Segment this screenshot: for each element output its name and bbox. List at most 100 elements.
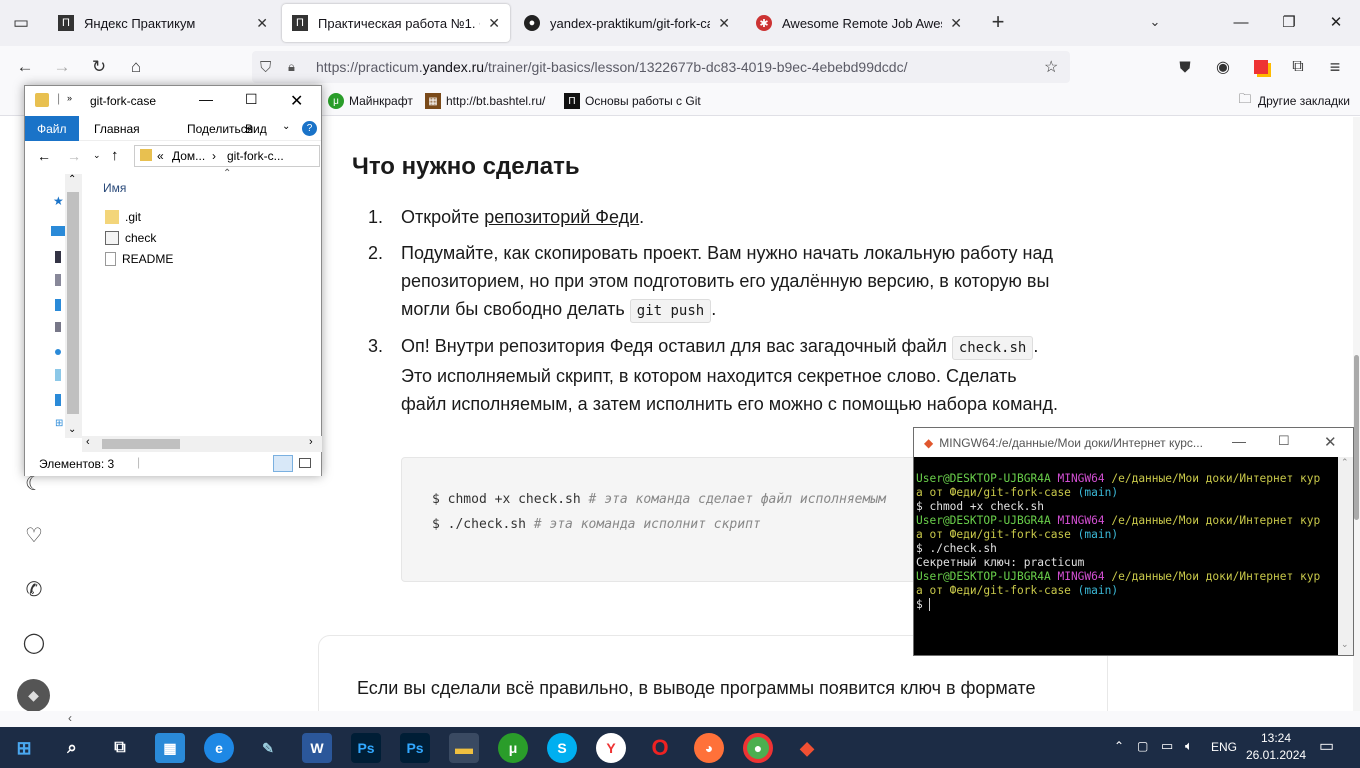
notifications-icon[interactable]: ▭ [1319,736,1334,756]
scroll-left-icon[interactable]: ‹ [86,436,90,448]
back-icon[interactable]: ← [37,148,51,164]
calculator-icon[interactable]: ▦ [155,733,185,763]
yandex-browser-icon[interactable]: Y [596,733,626,763]
chrome-icon[interactable]: ● [743,733,773,763]
firefox-icon[interactable]: ◕ [694,733,724,763]
file-icon[interactable] [55,274,61,286]
network-icon[interactable]: ⊞ [55,418,63,429]
scrollbar-thumb[interactable] [1354,355,1359,520]
file-explorer-icon[interactable]: ▬ [449,733,479,763]
onedrive-icon[interactable]: ▢ [1137,739,1148,753]
path-segment[interactable]: Дом... [172,149,205,163]
scrollbar-thumb[interactable] [67,192,79,414]
content-hscrollbar[interactable]: ‹ › [82,436,322,452]
git-bash-icon[interactable]: ◆ [792,733,822,763]
tab-github[interactable]: ● yandex-praktikum/git-fork-case ✕ [514,4,740,42]
show-hidden-icons-icon[interactable]: ⌃ [1114,739,1124,753]
ribbon-tab-view[interactable]: Вид [233,116,279,141]
close-tab-icon[interactable]: ✕ [256,15,268,32]
edge-icon[interactable]: e [204,733,234,763]
lock-icon[interactable]: 🔒︎ [288,59,295,75]
reload-icon[interactable]: ↻ [86,54,112,80]
url-text[interactable]: https://practicum.yandex.ru/trainer/git-… [316,59,907,75]
ribbon-tab-home[interactable]: Главная [82,116,152,141]
phone-icon[interactable]: ✆ [22,577,46,601]
volume-icon[interactable]: 🔈︎ [1185,738,1193,754]
terminal-scrollbar[interactable]: ⌃ ⌄ [1338,457,1353,655]
music-icon[interactable] [55,349,61,355]
close-window-icon[interactable]: ✕ [1313,0,1359,44]
close-icon[interactable]: ✕ [1324,433,1337,451]
minimize-icon[interactable]: — [199,91,213,107]
account-icon[interactable]: ◉ [1210,54,1236,80]
expand-ribbon-icon[interactable]: ⌄ [282,121,290,132]
opera-icon[interactable]: O [645,733,675,763]
forward-icon[interactable]: → [67,148,81,164]
horizontal-scrollbar[interactable]: ‹ [0,711,1360,727]
quick-access-chevron-icon[interactable]: » [67,93,72,103]
bookmark-star-icon[interactable]: ☆ [1044,57,1058,77]
pocket-icon[interactable]: ⛊ [1172,54,1198,80]
photoshop-icon[interactable]: Ps [351,733,381,763]
sort-ascending-icon[interactable]: ⌃ [223,168,231,179]
terminal-output[interactable]: User@DESKTOP-UJBGR4A MINGW64 /e/данные/М… [916,472,1340,656]
close-tab-icon[interactable]: ✕ [488,15,500,32]
quick-access-star-icon[interactable]: ★ [53,194,64,208]
avatar[interactable]: ◆ [17,679,50,711]
close-tab-icon[interactable]: ✕ [718,15,730,32]
file-row-check[interactable]: check [105,231,156,245]
scroll-up-icon[interactable]: ⌃ [1341,457,1349,468]
favorites-heart-icon[interactable]: ♡ [22,523,46,547]
list-all-tabs-icon[interactable]: ⌄ [1142,9,1168,35]
tab-yandex-praktikum[interactable]: П Яндекс Практикум ✕ [48,4,278,42]
task-view-icon[interactable]: ⧉ [105,733,135,763]
extensions-icon[interactable]: ⧉ [1285,54,1311,80]
clock[interactable]: 13:24 26.01.2024 [1246,731,1306,762]
repository-link[interactable]: репозиторий Феди [484,207,639,227]
bookmark-bashtel[interactable]: ▦ http://bt.bashtel.ru/ [425,93,545,109]
help-icon[interactable]: ? [302,121,317,136]
documents-icon[interactable] [55,251,61,263]
page-scrollbar[interactable] [1353,117,1360,711]
home-icon[interactable]: ⌂ [123,54,149,80]
close-tab-icon[interactable]: ✕ [950,15,962,32]
forward-icon[interactable]: → [49,54,75,80]
shield-icon[interactable]: ⛉ [260,59,271,76]
scrollbar-thumb[interactable] [102,439,180,449]
scroll-left-icon[interactable]: ‹ [68,711,72,725]
pictures-icon[interactable] [55,322,61,332]
paint-icon[interactable]: ✎ [253,733,283,763]
recent-locations-icon[interactable]: ⌄ [93,150,101,161]
details-view-icon[interactable] [273,455,293,472]
desktop-icon[interactable] [51,226,65,236]
bookmark-minecraft[interactable]: μ Майнкрафт [328,93,413,109]
ribbon-tab-file[interactable]: Файл [25,116,79,141]
scroll-right-icon[interactable]: › [309,436,313,448]
language-indicator[interactable]: ENG [1211,740,1237,754]
maximize-icon[interactable]: ☐ [245,91,258,108]
start-windows-icon[interactable]: ⊞ [9,733,39,763]
downloads-icon[interactable] [55,299,61,311]
path-overflow[interactable]: « [157,149,164,163]
bookmark-git-basics[interactable]: П Основы работы с Git [564,93,701,109]
maximize-icon[interactable]: ☐ [1278,433,1290,449]
scroll-up-icon[interactable]: ⌃ [68,174,76,185]
restore-icon[interactable]: ❐ [1266,0,1312,44]
close-icon[interactable]: ✕ [290,91,303,111]
terminal-title-bar[interactable]: ◆ MINGW64:/e/данные/Мои доки/Интернет ку… [914,428,1353,457]
tab-lesson[interactable]: П Практическая работа №1. Скач ✕ [282,4,510,42]
scroll-down-icon[interactable]: ⌄ [68,424,76,435]
back-icon[interactable]: ← [12,54,38,80]
search-icon[interactable]: ⌕ [57,733,87,763]
large-icons-view-icon[interactable] [299,458,311,468]
photoshop-2-icon[interactable]: Ps [400,733,430,763]
menu-icon[interactable]: ≡ [1322,54,1348,80]
tab-awesome-remote[interactable]: ✱ Awesome Remote Job Awesome ✕ [746,4,972,42]
nav-pane-scrollbar[interactable]: ⌃ ⌄ [65,174,82,438]
minimize-icon[interactable]: — [1232,433,1246,449]
explorer-title-bar[interactable]: | » git-fork-case — ☐ ✕ [25,86,321,116]
name-column-header[interactable]: Имя [103,181,126,195]
scroll-down-icon[interactable]: ⌄ [1341,639,1349,650]
chat-icon[interactable]: ◯ [22,630,46,654]
minimize-icon[interactable]: — [1218,0,1264,44]
